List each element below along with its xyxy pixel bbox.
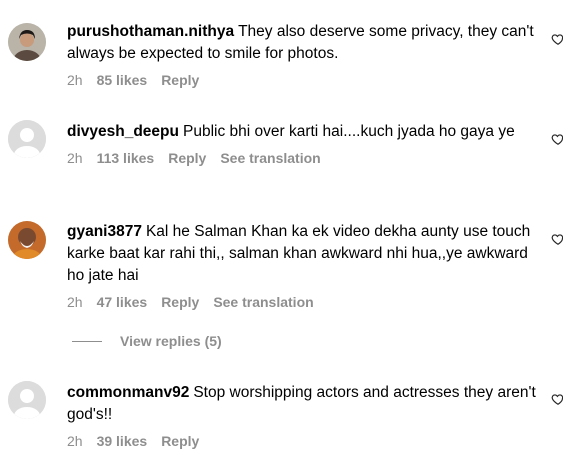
timestamp[interactable]: 2h: [67, 294, 83, 310]
avatar[interactable]: [8, 120, 46, 158]
username[interactable]: purushothaman.nithya: [67, 23, 234, 40]
heart-icon[interactable]: [551, 232, 563, 246]
view-replies-label: View replies (5): [120, 333, 222, 349]
comment-text: Public bhi over karti hai....kuch jyada …: [183, 123, 515, 140]
avatar[interactable]: [8, 23, 46, 61]
username[interactable]: divyesh_deepu: [67, 123, 179, 140]
heart-icon[interactable]: [551, 392, 563, 406]
comment-text-wrap: purushothaman.nithya They also deserve so…: [67, 21, 537, 65]
see-translation-button[interactable]: See translation: [213, 294, 313, 310]
avatar[interactable]: [8, 381, 46, 419]
likes-count[interactable]: 113 likes: [97, 150, 155, 166]
comment-text-wrap: divyesh_deepu Public bhi over karti hai..…: [67, 121, 537, 143]
comment-text-wrap: gyani3877 Kal he Salman Khan ka ek video …: [67, 221, 537, 287]
likes-count[interactable]: 85 likes: [97, 72, 148, 88]
likes-count[interactable]: 47 likes: [97, 294, 148, 310]
likes-count[interactable]: 39 likes: [97, 433, 148, 449]
timestamp[interactable]: 2h: [67, 150, 83, 166]
heart-icon[interactable]: [551, 132, 563, 146]
divider-line: [72, 340, 102, 342]
see-translation-button[interactable]: See translation: [220, 150, 320, 166]
reply-button[interactable]: Reply: [161, 294, 199, 310]
timestamp[interactable]: 2h: [67, 433, 83, 449]
avatar[interactable]: [8, 221, 46, 259]
username[interactable]: commonmanv92: [67, 384, 189, 401]
reply-button[interactable]: Reply: [161, 433, 199, 449]
heart-icon[interactable]: [551, 32, 563, 46]
username[interactable]: gyani3877: [67, 223, 142, 240]
comment-text-wrap: commonmanv92 Stop worshipping actors and …: [67, 382, 537, 426]
timestamp[interactable]: 2h: [67, 72, 83, 88]
view-replies-button[interactable]: View replies (5): [72, 333, 222, 349]
reply-button[interactable]: Reply: [168, 150, 206, 166]
reply-button[interactable]: Reply: [161, 72, 199, 88]
